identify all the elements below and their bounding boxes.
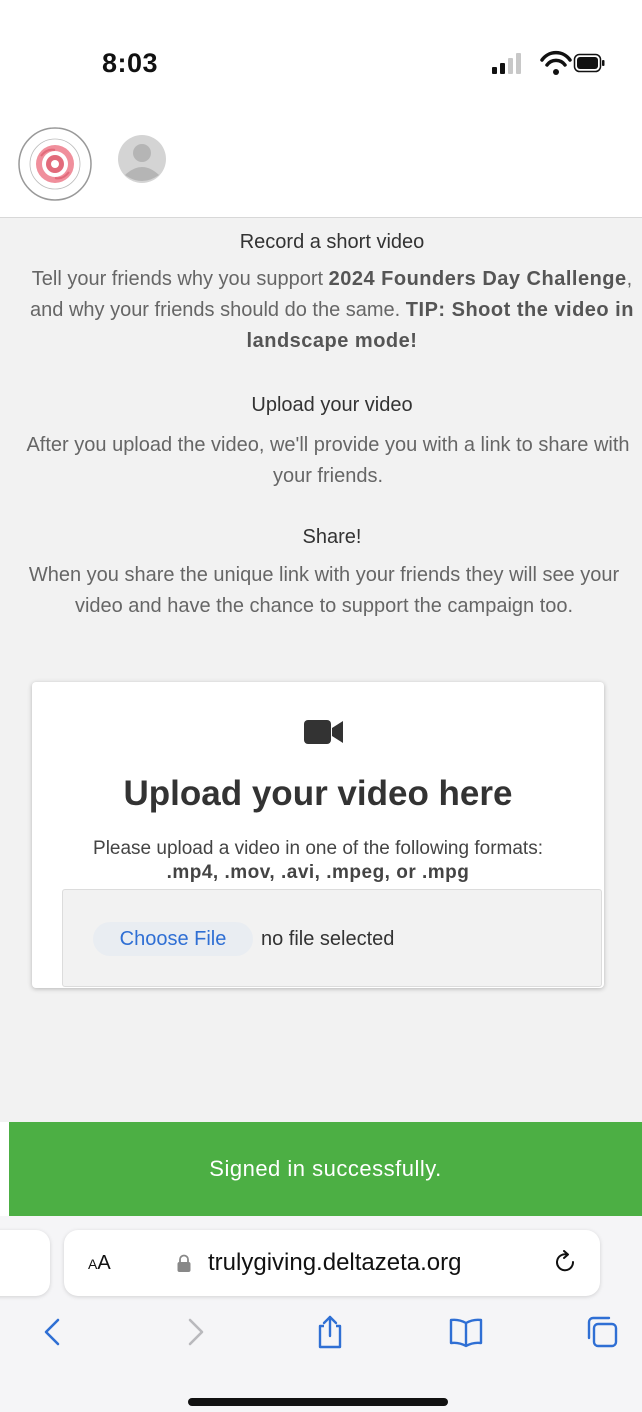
step-share-body: When you share the unique link with your… [28,564,620,617]
lock-icon [177,1254,191,1272]
step-record-body: Tell your friends why you support 2024 F… [30,268,634,352]
content-area: Record a short video Tell your friends w… [0,218,642,1122]
step-share-title: Share! [302,526,362,548]
avatar[interactable] [118,135,166,183]
share-icon[interactable] [312,1314,348,1350]
forward-icon[interactable] [176,1314,212,1350]
address-bar[interactable]: AA trulygiving.deltazeta.org [64,1230,600,1296]
site-header [0,110,642,218]
reload-icon[interactable] [554,1250,578,1276]
back-icon[interactable] [36,1314,72,1350]
video-camera-icon [304,720,343,744]
step-upload-body: After you upload the video, we'll provid… [26,434,630,487]
status-time: 8:03 [102,48,159,78]
wifi-icon [540,50,572,75]
previous-tab-bar[interactable] [0,1230,50,1296]
signed-in-toast: Signed in successfully. [9,1122,642,1216]
toast-message: Signed in successfully. [209,1156,442,1181]
upload-description: Please upload a video in one of the foll… [93,838,543,859]
file-status: no file selected [261,928,395,950]
home-indicator [188,1398,448,1406]
aa-label: A [97,1252,111,1274]
choose-file-button[interactable]: Choose File [93,922,253,956]
upload-card: Upload your video here Please upload a v… [32,682,604,988]
founders-day-logo[interactable] [17,126,93,202]
file-input[interactable]: Choose File no file selected [62,889,602,987]
status-bar: 8:03 [0,0,642,110]
battery-icon [573,53,605,73]
tabs-icon[interactable] [584,1314,620,1350]
step-record-title: Record a short video [239,231,425,253]
signal-icon [492,53,521,74]
status-icons [492,50,605,75]
url-text: trulygiving.deltazeta.org [208,1249,462,1276]
step-upload-title: Upload your video [251,394,413,416]
reader-settings-button[interactable]: AA [88,1252,111,1275]
browser-chrome: AA trulygiving.deltazeta.org [0,1216,642,1412]
upload-title: Upload your video here [123,774,513,813]
bookmarks-icon[interactable] [448,1314,484,1350]
upload-formats: .mp4, .mov, .avi, .mpeg, or .mpg [166,862,470,883]
